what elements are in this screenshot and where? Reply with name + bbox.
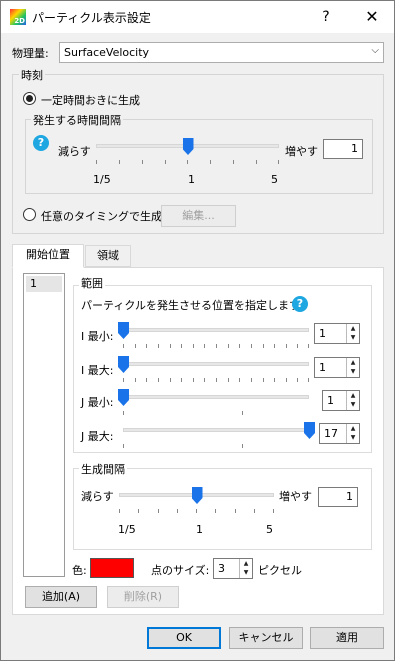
j-max-slider[interactable]	[123, 422, 315, 452]
j-max-value: 17	[324, 427, 338, 440]
chevron-down-icon: ⌵	[371, 45, 379, 56]
j-max-label: J 最大:	[81, 430, 114, 443]
point-size-unit: ピクセル	[258, 564, 302, 577]
tab-start-position[interactable]: 開始位置	[12, 244, 84, 268]
i-max-slider[interactable]	[118, 356, 309, 386]
i-max-value: 1	[319, 361, 326, 374]
spin-down-icon[interactable]: ▼	[347, 433, 359, 442]
range-group-label: 範囲	[79, 275, 105, 291]
spin-down-icon[interactable]: ▼	[347, 333, 359, 342]
range-description: パーティクルを発生させる位置を指定します。	[81, 299, 310, 312]
j-min-spinner[interactable]: 1 ▲ ▼	[322, 390, 360, 411]
help-question-icon[interactable]: ?	[292, 296, 308, 312]
slider-tick	[210, 160, 211, 164]
edit-button[interactable]: 編集...	[161, 205, 236, 227]
j-min-value: 1	[327, 394, 334, 407]
gen-interval-group-label: 生成間隔	[79, 461, 127, 477]
tick-label: 5	[271, 173, 278, 186]
radio-interval-label: 一定時間おきに生成	[41, 94, 140, 107]
point-size-spinner[interactable]: 3 ▲ ▼	[213, 558, 253, 579]
quantity-value: SurfaceVelocity	[64, 46, 150, 59]
remove-button[interactable]: 削除(R)	[107, 586, 179, 608]
interval-slider[interactable]	[96, 138, 279, 168]
tick-label: 1	[196, 523, 203, 536]
gen-interval-slider-thumb[interactable]	[191, 487, 203, 504]
j-max-spinner[interactable]: 17 ▲ ▼	[319, 423, 360, 444]
slider-tick	[165, 160, 166, 164]
spin-up-icon[interactable]: ▲	[347, 424, 359, 433]
j-min-label: J 最小:	[81, 396, 114, 409]
spin-up-icon[interactable]: ▲	[240, 559, 252, 568]
slider-tick	[278, 160, 279, 164]
radio-arbitrary-label: 任意のタイミングで生成	[41, 210, 162, 223]
slider-tick	[187, 160, 188, 164]
start-position-list[interactable]: 1	[23, 273, 65, 577]
i-max-label: I 最大:	[81, 364, 114, 377]
color-label: 色:	[72, 564, 87, 577]
time-group-label: 時刻	[19, 67, 45, 83]
quantity-select[interactable]: SurfaceVelocity ⌵	[59, 42, 384, 63]
i-max-spinner[interactable]: 1 ▲ ▼	[314, 357, 360, 378]
close-icon[interactable]: ✕	[349, 1, 395, 33]
slider-tick	[119, 160, 120, 164]
decrease-label: 減らす	[58, 145, 91, 158]
gen-increase-label: 増やす	[279, 490, 312, 503]
spin-up-icon[interactable]: ▲	[347, 358, 359, 367]
point-size-label: 点のサイズ:	[151, 564, 210, 577]
tick-label: 1/5	[93, 173, 111, 186]
point-size-value: 3	[218, 562, 225, 575]
gen-interval-value: 1	[318, 487, 358, 507]
spin-up-icon[interactable]: ▲	[347, 391, 359, 400]
i-min-label: I 最小:	[81, 330, 114, 343]
app-icon: 2D	[10, 9, 26, 25]
quantity-label: 物理量:	[12, 47, 49, 60]
spin-down-icon[interactable]: ▼	[347, 367, 359, 376]
increase-label: 増やす	[285, 145, 318, 158]
radio-arbitrary[interactable]	[23, 208, 36, 221]
help-icon[interactable]: ?	[303, 1, 349, 33]
add-button[interactable]: 追加(A)	[25, 586, 97, 608]
j-min-slider[interactable]	[118, 389, 309, 419]
i-min-slider[interactable]	[118, 322, 309, 352]
slider-tick	[233, 160, 234, 164]
slider-tick	[142, 160, 143, 164]
title-bar: 2D パーティクル表示設定 ? ✕	[1, 1, 394, 33]
tick-label: 1/5	[118, 523, 136, 536]
ok-button[interactable]: OK	[147, 627, 221, 649]
spin-up-icon[interactable]: ▲	[347, 324, 359, 333]
apply-button[interactable]: 適用	[310, 627, 384, 649]
help-question-icon[interactable]: ?	[33, 135, 49, 151]
window-title: パーティクル表示設定	[32, 11, 151, 25]
tick-label: 1	[188, 173, 195, 186]
interval-value: 1	[323, 139, 363, 159]
tick-label: 5	[266, 523, 273, 536]
interval-subgroup-label: 発生する時間間隔	[31, 112, 123, 128]
gen-decrease-label: 減らす	[81, 490, 114, 503]
particle-settings-dialog: 2D パーティクル表示設定 ? ✕ 物理量: SurfaceVelocity ⌵…	[0, 0, 395, 661]
spin-down-icon[interactable]: ▼	[240, 568, 252, 577]
list-item[interactable]: 1	[26, 276, 62, 292]
spin-down-icon[interactable]: ▼	[347, 400, 359, 409]
tab-region[interactable]: 領域	[85, 245, 131, 267]
color-swatch[interactable]	[90, 558, 134, 578]
i-min-spinner[interactable]: 1 ▲ ▼	[314, 323, 360, 344]
cancel-button[interactable]: キャンセル	[229, 627, 303, 649]
i-min-value: 1	[319, 327, 326, 340]
gen-interval-slider[interactable]	[119, 487, 274, 517]
slider-tick	[256, 160, 257, 164]
slider-tick	[96, 160, 97, 164]
radio-interval[interactable]	[23, 92, 36, 105]
interval-slider-thumb[interactable]	[182, 138, 194, 155]
